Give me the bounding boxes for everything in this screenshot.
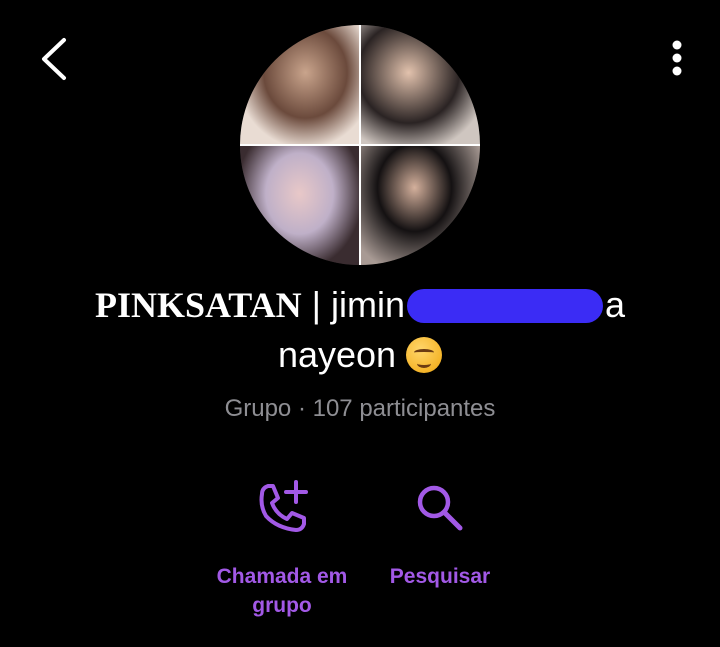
group-title-suffix: a — [605, 284, 626, 325]
group-title: PINKSATAN | jimin a nayeon — [0, 280, 720, 380]
group-title-prefix: | jimin — [301, 284, 405, 325]
chevron-left-icon — [42, 38, 66, 80]
group-avatar[interactable] — [240, 25, 480, 265]
avatar-photo-4 — [361, 146, 480, 265]
search-label: Pesquisar — [389, 565, 491, 588]
drooling-face-emoji-icon — [406, 337, 443, 373]
search-icon — [417, 485, 463, 531]
more-options-button[interactable] — [660, 38, 694, 82]
group-call-label: Chamada em grupo — [216, 565, 348, 617]
group-title-brand: PINKSATAN — [94, 285, 302, 325]
group-call-button[interactable]: Chamada em grupo — [196, 478, 368, 620]
group-title-line2: nayeon — [277, 334, 397, 375]
redaction-bar — [407, 289, 603, 323]
avatar-photo-3 — [240, 146, 359, 265]
avatar-photo-1 — [240, 25, 359, 144]
avatar-photo-2 — [361, 25, 480, 144]
more-vertical-icon — [672, 40, 682, 76]
group-subtitle: Grupo · 107 participantes — [224, 395, 496, 422]
back-button[interactable] — [36, 36, 76, 82]
avatar-divider — [240, 144, 480, 146]
phone-add-icon — [259, 480, 308, 532]
search-button[interactable]: Pesquisar — [372, 478, 508, 591]
group-info-screen: PINKSATAN | jimin a nayeon Grupo · 107 pa… — [0, 0, 720, 647]
